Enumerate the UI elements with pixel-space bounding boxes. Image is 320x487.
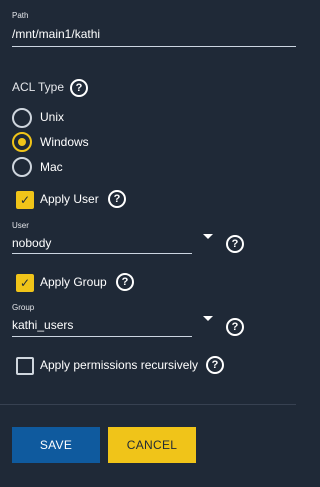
radio-windows[interactable] bbox=[12, 132, 32, 152]
apply-user-checkbox[interactable]: ✓ bbox=[16, 191, 34, 209]
radio-unix[interactable] bbox=[12, 108, 32, 128]
apply-group-label: Apply Group bbox=[40, 275, 107, 289]
apply-group-checkbox[interactable]: ✓ bbox=[16, 274, 34, 292]
user-underline bbox=[12, 253, 192, 254]
radio-unix-label: Unix bbox=[40, 110, 65, 124]
chevron-down-icon[interactable] bbox=[203, 316, 213, 321]
path-input[interactable]: /mnt/main1/kathi bbox=[12, 27, 100, 41]
group-underline bbox=[12, 336, 192, 337]
apply-user-help-icon[interactable]: ? bbox=[108, 190, 126, 208]
group-label: Group bbox=[12, 303, 35, 312]
apply-group-help-icon[interactable]: ? bbox=[116, 273, 134, 291]
divider bbox=[0, 404, 296, 405]
chevron-down-icon[interactable] bbox=[203, 234, 213, 239]
path-label: Path bbox=[12, 11, 29, 20]
apply-recursive-checkbox[interactable] bbox=[16, 357, 34, 375]
save-button[interactable]: SAVE bbox=[12, 427, 100, 463]
radio-mac-label: Mac bbox=[40, 160, 63, 174]
group-help-icon[interactable]: ? bbox=[226, 318, 244, 336]
radio-windows-label: Windows bbox=[40, 135, 89, 149]
apply-recursive-label: Apply permissions recursively bbox=[40, 358, 199, 372]
cancel-button[interactable]: CANCEL bbox=[108, 427, 196, 463]
checkmark-icon: ✓ bbox=[19, 193, 31, 207]
user-label: User bbox=[12, 221, 29, 230]
path-underline bbox=[12, 46, 296, 47]
acl-type-label: ACL Type bbox=[12, 80, 65, 94]
apply-user-label: Apply User bbox=[40, 192, 99, 206]
acl-help-icon[interactable]: ? bbox=[70, 79, 88, 97]
radio-mac[interactable] bbox=[12, 157, 32, 177]
user-select[interactable]: nobody bbox=[12, 236, 51, 250]
group-select[interactable]: kathi_users bbox=[12, 318, 73, 332]
user-help-icon[interactable]: ? bbox=[226, 235, 244, 253]
checkmark-icon: ✓ bbox=[19, 276, 31, 290]
apply-recursive-help-icon[interactable]: ? bbox=[206, 356, 224, 374]
